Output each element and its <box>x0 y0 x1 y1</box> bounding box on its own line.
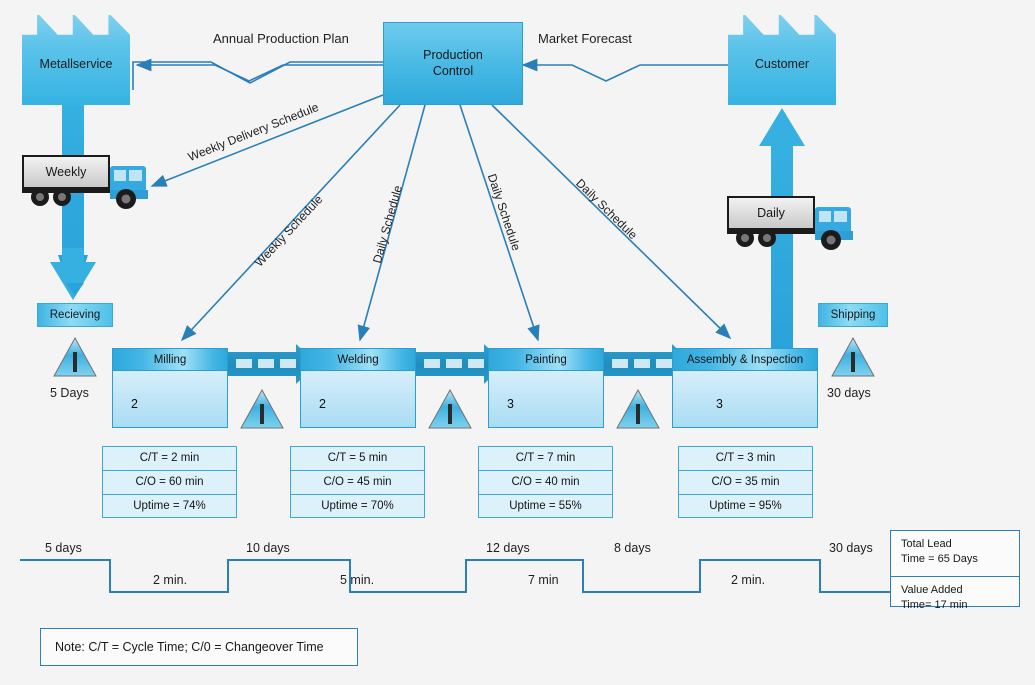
shipping-box[interactable]: Shipping <box>818 303 888 327</box>
value-added-time-line1: Value Added <box>901 584 963 596</box>
total-lead-time-line2: Time = 65 Days <box>901 552 978 565</box>
total-lead-time-row: Total Lead Time = 65 Days <box>891 531 1019 577</box>
process-time-label-3: 7 min <box>528 573 559 587</box>
lead-time-label-4: 8 days <box>614 541 651 555</box>
metric-ct-milling: C/T = 2 min <box>102 446 237 470</box>
shipping-inventory-label: 30 days <box>827 386 871 400</box>
receiving-label: Recieving <box>49 309 101 321</box>
metric-uptime-painting: Uptime = 55% <box>478 494 613 518</box>
data-box-milling: C/T = 2 min C/O = 60 min Uptime = 74% <box>102 446 237 518</box>
inbound-truck-label: Weekly <box>45 165 87 179</box>
customer-label: Customer <box>754 57 810 71</box>
annual-production-plan-label: Annual Production Plan <box>213 31 349 46</box>
process-body-painting: 3 <box>488 370 604 428</box>
production-control-line1: Production <box>423 47 483 62</box>
process-box-painting[interactable]: Painting 3 <box>488 348 604 428</box>
metric-ct-painting: C/T = 7 min <box>478 446 613 470</box>
inventory-triangle-receiving <box>53 336 97 377</box>
process-body-milling: 2 <box>112 370 228 428</box>
shipping-label: Shipping <box>830 309 876 321</box>
process-box-assembly[interactable]: Assembly & Inspection 3 <box>672 348 818 428</box>
note-text: Note: C/T = Cycle Time; C/0 = Changeover… <box>55 640 324 654</box>
value-added-time-line2: Time= 17 min <box>901 598 968 611</box>
process-title-welding: Welding <box>300 348 416 370</box>
metric-ct-welding: C/T = 5 min <box>290 446 425 470</box>
process-body-welding: 2 <box>300 370 416 428</box>
value-stream-map: Metallservice Customer Production Contro… <box>0 0 1035 685</box>
lead-time-label-5: 30 days <box>829 541 873 555</box>
operator-count-assembly: 3 <box>716 397 723 411</box>
market-forecast-label: Market Forecast <box>538 31 632 46</box>
process-time-label-1: 2 min. <box>153 573 188 587</box>
production-control-label: Production Control Production Control <box>423 48 483 79</box>
metric-co-assembly: C/O = 35 min <box>678 470 813 494</box>
inventory-triangle-1 <box>240 388 284 429</box>
daily-schedule-line-2 <box>459 104 540 342</box>
process-title-assembly: Assembly & Inspection <box>672 348 818 370</box>
data-box-painting: C/T = 7 min C/O = 40 min Uptime = 55% <box>478 446 613 518</box>
summary-box: Total Lead Time = 65 Days Value Added Ti… <box>890 530 1020 611</box>
process-body-assembly: 3 <box>672 370 818 428</box>
market-forecast-line <box>521 58 738 82</box>
production-control-line2: Control <box>432 63 474 78</box>
total-lead-time-line1: Total Lead <box>901 538 952 550</box>
operator-count-painting: 3 <box>507 397 514 411</box>
operator-count-welding: 2 <box>319 397 326 411</box>
metric-uptime-assembly: Uptime = 95% <box>678 494 813 518</box>
inventory-triangle-shipping <box>831 336 875 377</box>
metric-uptime-milling: Uptime = 74% <box>102 494 237 518</box>
process-time-label-4: 2 min. <box>731 573 766 587</box>
data-box-welding: C/T = 5 min C/O = 45 min Uptime = 70% <box>290 446 425 518</box>
process-time-label-2: 5 min. <box>340 573 375 587</box>
process-title-milling: Milling <box>112 348 228 370</box>
weekly-delivery-schedule-line <box>150 94 384 187</box>
lead-time-label-2: 10 days <box>246 541 290 555</box>
value-added-time-row: Value Added Time= 17 min <box>891 577 1019 623</box>
metric-co-milling: C/O = 60 min <box>102 470 237 494</box>
metric-co-welding: C/O = 45 min <box>290 470 425 494</box>
outbound-truck-label: Daily <box>757 206 785 220</box>
data-box-assembly: C/T = 3 min C/O = 35 min Uptime = 95% <box>678 446 813 518</box>
operator-count-milling: 2 <box>131 397 138 411</box>
process-box-milling[interactable]: Milling 2 <box>112 348 228 428</box>
metric-ct-assembly: C/T = 3 min <box>678 446 813 470</box>
process-box-welding[interactable]: Welding 2 <box>300 348 416 428</box>
lead-time-label-1: 5 days <box>45 541 82 555</box>
lead-time-label-3: 12 days <box>486 541 530 555</box>
truck-icon-inbound <box>22 155 148 209</box>
inventory-triangle-3 <box>616 388 660 429</box>
supplier-label: Metallservice <box>39 57 113 71</box>
process-title-painting: Painting <box>488 348 604 370</box>
note-box: Note: C/T = Cycle Time; C/0 = Changeover… <box>40 628 358 666</box>
metric-co-painting: C/O = 40 min <box>478 470 613 494</box>
receiving-box[interactable]: Recieving <box>37 303 113 327</box>
production-control-box[interactable]: Production Control Production Control <box>383 22 523 105</box>
inventory-triangle-2 <box>428 388 472 429</box>
receiving-inventory-label: 5 Days <box>50 386 89 400</box>
metric-uptime-welding: Uptime = 70% <box>290 494 425 518</box>
